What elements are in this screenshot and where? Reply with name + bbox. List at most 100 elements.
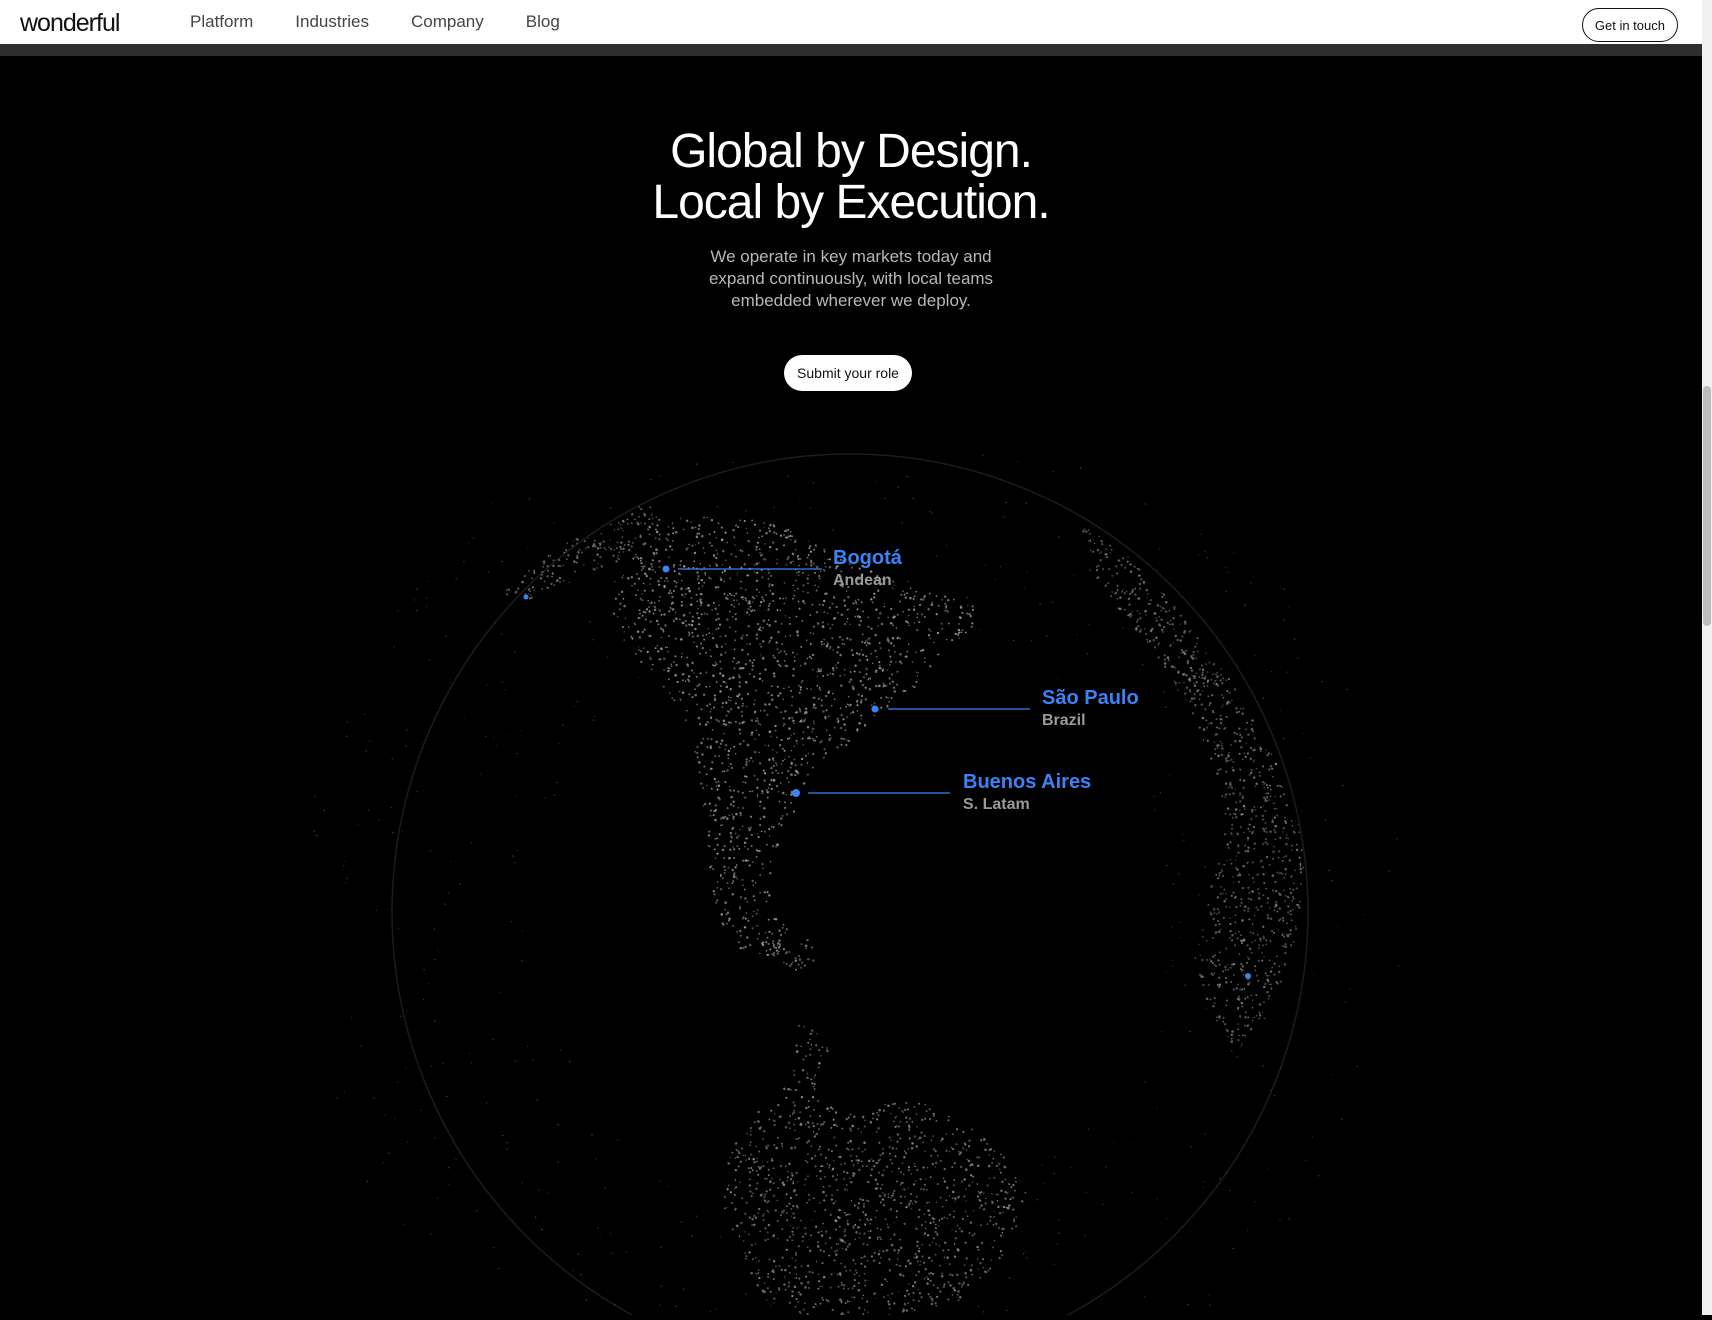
map-dot: [748, 659, 752, 662]
map-dot: [384, 1114, 386, 1117]
map-dot: [770, 694, 773, 697]
map-dot: [764, 931, 767, 934]
map-dot: [1302, 866, 1305, 869]
map-dot: [789, 1196, 793, 1200]
wonderful-logo[interactable]: wonderful: [20, 9, 120, 38]
map-dot: [710, 519, 714, 522]
map-dot: [777, 790, 780, 793]
map-dot: [1138, 630, 1142, 633]
map-dot: [1088, 1128, 1090, 1131]
map-dot: [1011, 1196, 1015, 1199]
map-dot: [971, 608, 975, 612]
map-dot: [784, 653, 788, 656]
map-dot: [860, 1263, 863, 1265]
map-dot: [968, 1231, 971, 1234]
map-dot: [897, 1125, 900, 1128]
map-dot: [958, 623, 961, 625]
map-dot: [695, 675, 698, 678]
map-dot: [715, 628, 718, 631]
scrollbar-thumb[interactable]: [1703, 386, 1711, 626]
map-dot: [1092, 550, 1095, 553]
map-dot: [738, 728, 741, 731]
map-dot: [723, 857, 726, 860]
map-dot: [889, 1158, 892, 1161]
map-dot: [904, 689, 907, 693]
map-dot: [817, 1066, 820, 1069]
map-dot: [902, 1173, 905, 1176]
map-dot: [924, 1221, 927, 1223]
map-dot: [907, 1302, 909, 1304]
map-dot: [1175, 634, 1177, 637]
map-dot: [754, 711, 757, 714]
map-dot: [964, 1210, 967, 1213]
map-dot: [756, 1157, 759, 1160]
map-dot: [1175, 684, 1177, 686]
map-dot: [771, 757, 775, 760]
map-dot: [859, 679, 863, 683]
map-dot: [1231, 816, 1234, 820]
map-dot: [1233, 812, 1235, 815]
map-dot: [938, 1219, 941, 1222]
map-dot: [1166, 864, 1168, 867]
get-in-touch-button[interactable]: Get in touch: [1581, 8, 1678, 42]
map-dot: [658, 609, 661, 612]
nav-company[interactable]: Company: [411, 12, 484, 32]
map-dot: [706, 737, 710, 740]
map-dot: [747, 920, 749, 922]
map-dot: [969, 1268, 973, 1272]
map-dot: [933, 641, 935, 644]
map-dot: [1284, 943, 1287, 946]
map-dot: [773, 506, 775, 509]
map-dot: [1236, 1056, 1238, 1058]
location-region: Brazil: [1042, 712, 1086, 729]
map-dot: [700, 782, 703, 785]
map-dot: [1205, 997, 1209, 1001]
map-dot: [888, 1146, 891, 1148]
map-dot: [616, 557, 619, 560]
map-dot: [952, 601, 954, 604]
map-dot: [789, 766, 792, 769]
map-dot: [1076, 634, 1078, 636]
map-dot: [1243, 752, 1246, 754]
map-dot: [947, 622, 950, 625]
marker-sao-paulo[interactable]: [871, 705, 1031, 713]
map-dot: [557, 564, 560, 568]
map-dot: [906, 475, 908, 478]
map-dot: [758, 849, 761, 853]
map-dot: [1240, 970, 1243, 973]
location-label-bogota: Bogotá Andean: [833, 546, 902, 592]
map-dot: [806, 762, 809, 764]
map-dot: [903, 594, 906, 596]
map-dot: [516, 849, 518, 851]
map-dot: [929, 596, 931, 598]
nav-platform[interactable]: Platform: [190, 12, 253, 32]
map-dot: [887, 1104, 890, 1107]
map-dot: [542, 560, 546, 563]
map-dot: [775, 641, 778, 644]
map-dot: [749, 1126, 753, 1130]
map-dot: [739, 519, 741, 522]
map-dot: [977, 1257, 979, 1260]
nav-blog[interactable]: Blog: [526, 12, 560, 32]
map-dot: [1202, 983, 1205, 987]
map-dot: [708, 685, 711, 688]
page-scrollbar[interactable]: [1702, 0, 1712, 1315]
map-dot: [636, 630, 640, 633]
map-dot: [1181, 833, 1184, 835]
map-dot: [528, 570, 530, 572]
marker-buenos-aires[interactable]: [792, 789, 950, 797]
map-dot: [1259, 861, 1262, 864]
map-dot: [1273, 962, 1276, 965]
map-dot: [1121, 590, 1124, 593]
nav-industries[interactable]: Industries: [295, 12, 369, 32]
map-dot: [1293, 831, 1296, 834]
map-dot: [820, 1234, 824, 1237]
map-dot: [1016, 460, 1019, 463]
map-dot: [1282, 919, 1285, 922]
map-dot: [903, 1188, 906, 1191]
map-dot: [767, 787, 770, 789]
map-dot: [800, 1045, 802, 1048]
map-dot: [1230, 939, 1234, 942]
map-dot: [766, 1201, 768, 1204]
map-dot: [1230, 758, 1233, 761]
